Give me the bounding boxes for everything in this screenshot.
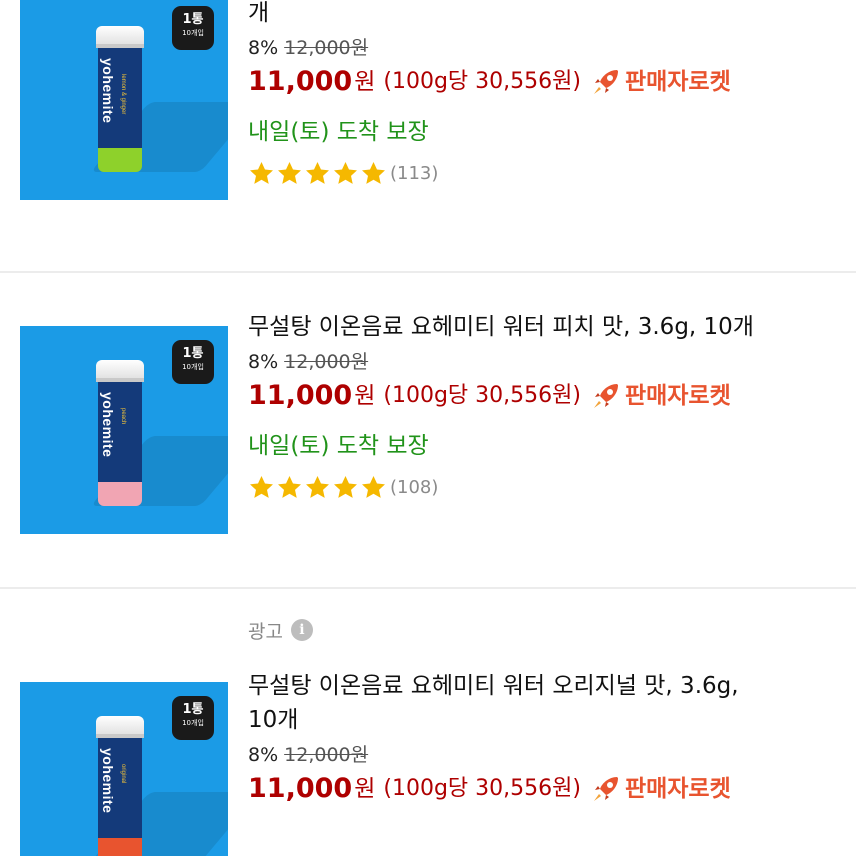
rocket-label: 판매자로켓 xyxy=(624,383,731,409)
currency: 원 xyxy=(354,776,376,802)
badge-sub: 10개입 xyxy=(182,363,204,371)
currency: 원 xyxy=(354,69,376,95)
rocket-label: 판매자로켓 xyxy=(624,69,731,95)
product-title[interactable]: 무설탕 이온음료 요헤미티 워터 피치 맛, 3.6g, 10개 xyxy=(248,310,848,344)
tube-bottom xyxy=(98,148,142,172)
sale-row: 11,000 원 (100g당 30,556원) 판매자로켓 xyxy=(248,376,848,416)
quantity-badge: 1통 10개입 xyxy=(172,340,214,384)
unit-price: (100g당 30,556원) xyxy=(383,776,581,801)
product-title-line-1: 무설탕 이온음료 요헤미티 워터 오리지널 맛, 3.6g, xyxy=(248,673,739,699)
product-tube: yohemite lemon & ginger xyxy=(96,26,144,176)
unit-price: (100g당 30,556원) xyxy=(383,383,581,408)
badge-count: 1통 xyxy=(182,346,204,361)
product-info: 개 8% 12,000원 11,000 원 (100g당 30,556원) 판매자로… xyxy=(248,0,848,188)
price-row: 8% 12,000원 xyxy=(248,34,848,62)
rocket-badge: 판매자로켓 xyxy=(591,62,731,102)
product-title[interactable]: 개 xyxy=(248,0,848,30)
product-tube: yohemite peach xyxy=(96,360,144,510)
unit-price: (100g당 30,556원) xyxy=(383,69,581,94)
delivery-info: 내일(토) 도착 보장 xyxy=(248,119,429,145)
star-icon xyxy=(334,475,357,498)
brand-sub-label: original xyxy=(120,764,126,784)
star-icon xyxy=(250,161,273,184)
ad-row: 광고 i xyxy=(248,615,848,645)
tube-bottom xyxy=(98,482,142,506)
tube-bottom xyxy=(98,838,142,856)
sale-row: 11,000 원 (100g당 30,556원) 판매자로켓 xyxy=(248,769,848,809)
review-count: (108) xyxy=(390,476,439,498)
product-card-2[interactable]: yohemite peach 1통 10개입 무설탕 이온음료 요헤미티 워터 … xyxy=(0,273,856,587)
discount-rate: 8% xyxy=(248,351,279,373)
ad-label-row: 광고 i xyxy=(248,615,848,645)
ad-label: 광고 xyxy=(248,620,283,643)
star-icon xyxy=(362,475,385,498)
product-image[interactable]: yohemite peach 1통 10개입 xyxy=(20,326,228,534)
discount-rate: 8% xyxy=(248,37,279,59)
product-image[interactable]: yohemite original 1통 10개입 xyxy=(20,682,228,856)
brand-label: yohemite xyxy=(100,748,116,814)
quantity-badge: 1통 10개입 xyxy=(172,696,214,740)
rocket-icon xyxy=(593,70,618,94)
star-icon xyxy=(250,475,273,498)
star-icon xyxy=(278,475,301,498)
tube-cap xyxy=(96,716,144,738)
quantity-badge: 1통 10개입 xyxy=(172,6,214,50)
brand-sub-label: lemon & ginger xyxy=(120,74,126,115)
star-icon xyxy=(334,161,357,184)
original-price: 12,000원 xyxy=(284,351,369,373)
original-price: 12,000원 xyxy=(284,37,369,59)
rocket-badge: 판매자로켓 xyxy=(591,769,731,809)
rating: (113) xyxy=(248,158,848,188)
star-icon xyxy=(362,161,385,184)
product-card-1[interactable]: yohemite lemon & ginger 1통 10개입 개 8% 12,0… xyxy=(0,0,856,272)
product-title-line-2: 10개 xyxy=(248,707,299,733)
original-price: 12,000원 xyxy=(284,744,369,766)
discount-rate: 8% xyxy=(248,744,279,766)
badge-count: 1통 xyxy=(182,702,204,717)
product-tube: yohemite original xyxy=(96,716,144,856)
sale-row: 11,000 원 (100g당 30,556원) 판매자로켓 xyxy=(248,62,848,102)
badge-sub: 10개입 xyxy=(182,719,204,727)
rocket-label: 판매자로켓 xyxy=(624,776,731,802)
product-image[interactable]: yohemite lemon & ginger 1통 10개입 xyxy=(20,0,228,200)
rocket-badge: 판매자로켓 xyxy=(591,376,731,416)
price-row: 8% 12,000원 xyxy=(248,741,848,769)
star-rating xyxy=(248,474,388,501)
currency: 원 xyxy=(354,383,376,409)
tube-cap xyxy=(96,26,144,48)
star-icon xyxy=(278,161,301,184)
product-card-3[interactable]: 광고 i yohemite original 1통 10개입 무설탕 이온음료 … xyxy=(0,589,856,856)
product-info: 무설탕 이온음료 요헤미티 워터 피치 맛, 3.6g, 10개 8% 12,00… xyxy=(248,310,848,502)
rocket-icon xyxy=(593,777,618,801)
badge-sub: 10개입 xyxy=(182,29,204,37)
star-icon xyxy=(306,475,329,498)
rocket-icon xyxy=(593,384,618,408)
price-row: 8% 12,000원 xyxy=(248,348,848,376)
product-info: 무설탕 이온음료 요헤미티 워터 오리지널 맛, 3.6g, 10개 8% 12,… xyxy=(248,669,848,809)
delivery-info: 내일(토) 도착 보장 xyxy=(248,433,429,459)
sale-price: 11,000 xyxy=(248,773,353,804)
star-icon xyxy=(306,161,329,184)
tube-cap xyxy=(96,360,144,382)
sale-price: 11,000 xyxy=(248,66,353,97)
brand-label: yohemite xyxy=(100,58,116,124)
product-title[interactable]: 무설탕 이온음료 요헤미티 워터 오리지널 맛, 3.6g, 10개 xyxy=(248,669,848,737)
review-count: (113) xyxy=(390,162,439,184)
sale-price: 11,000 xyxy=(248,380,353,411)
star-rating xyxy=(248,160,388,187)
brand-label: yohemite xyxy=(100,392,116,458)
info-icon[interactable]: i xyxy=(290,619,313,641)
badge-count: 1통 xyxy=(182,12,204,27)
brand-sub-label: peach xyxy=(120,408,126,425)
rating: (108) xyxy=(248,472,848,502)
